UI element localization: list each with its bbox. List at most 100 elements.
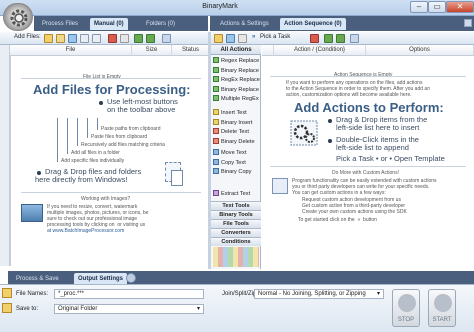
sequence-empty-text: Action Sequence is Empty [334, 72, 393, 78]
save-to-select[interactable]: Original Folder ▾ [54, 304, 204, 314]
add-files-label: Add Files: [14, 34, 41, 40]
column-index [262, 45, 274, 56]
action-item[interactable]: Binary Replace [213, 66, 260, 77]
open-template-icon[interactable] [214, 34, 223, 43]
gear-icon [10, 9, 28, 27]
category-converters[interactable]: Converters [211, 228, 261, 237]
clear-icon[interactable] [120, 34, 129, 43]
action-item[interactable]: Insert Text [213, 109, 260, 119]
action-sequence[interactable]: Action Sequence is Empty If you want to … [262, 56, 474, 266]
tab-actions-settings[interactable]: Actions & Settings [216, 18, 273, 30]
conditions-icons [213, 247, 259, 267]
action-item[interactable]: Binary Insert [213, 118, 260, 129]
add-recursive-icon[interactable] [68, 34, 77, 43]
bottom-ribbon: Process & Save Output Settings [8, 271, 474, 285]
column-file[interactable]: File [10, 45, 132, 56]
file-names-label: File Names: [16, 291, 49, 297]
add-folder-icon[interactable] [56, 34, 65, 43]
custom-actions-title: Do More with Custom Actions! [332, 170, 399, 176]
seq-bullet2-line2: left-side list to append [336, 143, 409, 152]
column-action[interactable]: Action / {Condition} [274, 45, 366, 56]
sequence-intro-3: action, customization options will becom… [286, 92, 412, 98]
hint-recursive: Recursively add files matching criteria [81, 142, 165, 148]
custom-bullet-3[interactable]: Create your own custom actions using the… [302, 209, 407, 215]
image-processor-icon[interactable] [21, 204, 43, 222]
output-settings-panel: File Names: *_proc.*** Save to: Original… [0, 284, 474, 332]
actions-toolbar: » Pick a Task [210, 32, 474, 45]
custom-action-icon [272, 178, 288, 194]
seq-bullet3[interactable]: Pick a Task • or • Open Template [336, 155, 445, 163]
pick-task-button[interactable]: Pick a Task [260, 34, 290, 40]
action-item[interactable]: Binary Delete [213, 137, 260, 148]
add-files-title: Add Files for Processing: [33, 82, 191, 97]
tab-action-sequence[interactable]: Action Sequence (0) [280, 18, 346, 30]
all-actions-header[interactable]: All Actions [211, 45, 261, 55]
save-to-label: Save to: [16, 306, 39, 312]
images-title: Working with Images? [81, 196, 131, 202]
gears-icon [290, 120, 320, 148]
stop-button[interactable]: STOP [392, 289, 420, 327]
add-files-icon[interactable] [44, 34, 53, 43]
action-item[interactable]: Move Text [213, 149, 260, 159]
column-size[interactable]: Size [132, 45, 172, 56]
hint-connector [77, 118, 78, 146]
tab-manual[interactable]: Manual (0) [90, 18, 128, 30]
category-text-tools[interactable]: Text Tools [211, 201, 261, 210]
bullet1-line2: on the toolbar above [107, 105, 176, 114]
sequence-options-icon[interactable] [350, 34, 359, 43]
action-up-icon[interactable] [324, 34, 333, 43]
action-item[interactable]: Copy Text [213, 158, 260, 169]
add-actions-title: Add Actions to Perform: [294, 100, 444, 115]
move-down-icon[interactable] [146, 34, 155, 43]
left-ribbon: Process Files Manual (0) Folders (0) [34, 16, 208, 31]
bullet2-line2: here directly from Windows! [35, 175, 128, 184]
join-select[interactable]: Normal - No Joining, Splitting, or Zippi… [254, 289, 384, 299]
minimize-panel-icon[interactable] [464, 19, 472, 27]
files-side-strip [0, 45, 10, 266]
tab-process-files[interactable]: Process Files [38, 18, 82, 30]
pick-task-arrow[interactable]: » [252, 34, 255, 40]
bullet [328, 119, 332, 123]
bullet [99, 101, 103, 105]
column-status[interactable]: Status [172, 45, 210, 56]
category-file-tools[interactable]: File Tools [211, 219, 261, 228]
category-binary-tools[interactable]: Binary Tools [211, 210, 261, 219]
action-item[interactable]: Extract Text [213, 190, 260, 200]
save-to-icon [2, 303, 12, 313]
move-up-icon[interactable] [134, 34, 143, 43]
app-menu-button[interactable] [3, 3, 33, 31]
minimize-button[interactable]: – [410, 1, 428, 13]
close-button[interactable]: ✕ [446, 1, 474, 13]
divider [21, 78, 201, 79]
action-down-icon[interactable] [336, 34, 345, 43]
action-item[interactable]: Regex Replace [213, 57, 260, 67]
category-conditions[interactable]: Conditions [211, 237, 261, 246]
column-options[interactable]: Options [366, 45, 474, 56]
divider [270, 166, 466, 167]
stop-icon [398, 294, 416, 312]
paste-paths-icon[interactable] [92, 34, 101, 43]
bullet [328, 139, 332, 143]
divider [270, 76, 466, 77]
maximize-button[interactable]: ▭ [428, 1, 446, 13]
file-list[interactable]: File List is Empty Add Files for Process… [10, 56, 208, 266]
action-item[interactable]: RegEx Replace [213, 76, 260, 86]
gear-icon[interactable] [126, 273, 136, 283]
paste-files-icon[interactable] [80, 34, 89, 43]
hint-connector [67, 118, 68, 154]
remove-action-icon[interactable] [310, 34, 319, 43]
action-item[interactable]: Binary Replace [213, 85, 260, 96]
save-template-icon[interactable] [226, 34, 235, 43]
view-options-icon[interactable] [162, 34, 171, 43]
tab-folders[interactable]: Folders (0) [142, 18, 179, 30]
action-item[interactable]: Multiple RegEx [213, 95, 260, 105]
seq-bullet1-line2: left-side list here to insert [336, 123, 420, 132]
file-names-input[interactable]: *_proc.*** [54, 289, 204, 299]
remove-icon[interactable] [108, 34, 117, 43]
action-item[interactable]: Binary Copy [213, 168, 260, 178]
start-button[interactable]: START [428, 289, 456, 327]
right-ribbon: Actions & Settings Action Sequence (0) [210, 16, 474, 31]
clear-sequence-icon[interactable] [238, 34, 247, 43]
images-link[interactable]: at www.BatchImageProcessor.com [47, 228, 124, 234]
action-item[interactable]: Delete Text [213, 128, 260, 138]
